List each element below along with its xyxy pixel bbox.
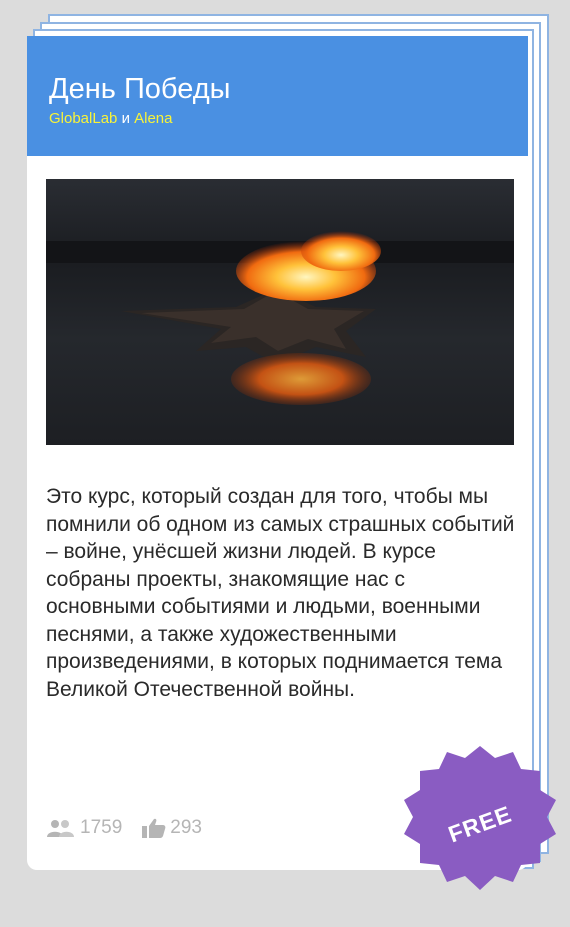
course-image[interactable] bbox=[46, 179, 514, 445]
likes-stat[interactable]: 293 bbox=[142, 817, 202, 839]
thumbs-up-icon bbox=[142, 818, 166, 838]
likes-count: 293 bbox=[170, 817, 202, 838]
author-link-alena[interactable]: Alena bbox=[134, 110, 172, 127]
author-separator: и bbox=[121, 110, 130, 127]
course-title[interactable]: День Победы bbox=[49, 72, 528, 106]
course-authors: GlobalLab и Alena bbox=[49, 110, 528, 128]
participants-stat: 1759 bbox=[46, 817, 122, 839]
course-description: Это курс, который создан для того, чтобы… bbox=[46, 485, 515, 701]
course-stats: 1759 293 bbox=[46, 817, 222, 839]
author-link-globallab[interactable]: GlobalLab bbox=[49, 110, 117, 127]
participants-count: 1759 bbox=[80, 817, 123, 838]
free-badge: FREE bbox=[400, 744, 560, 904]
course-card-header: День Победы GlobalLab и Alena bbox=[27, 36, 528, 156]
users-icon bbox=[47, 820, 74, 837]
